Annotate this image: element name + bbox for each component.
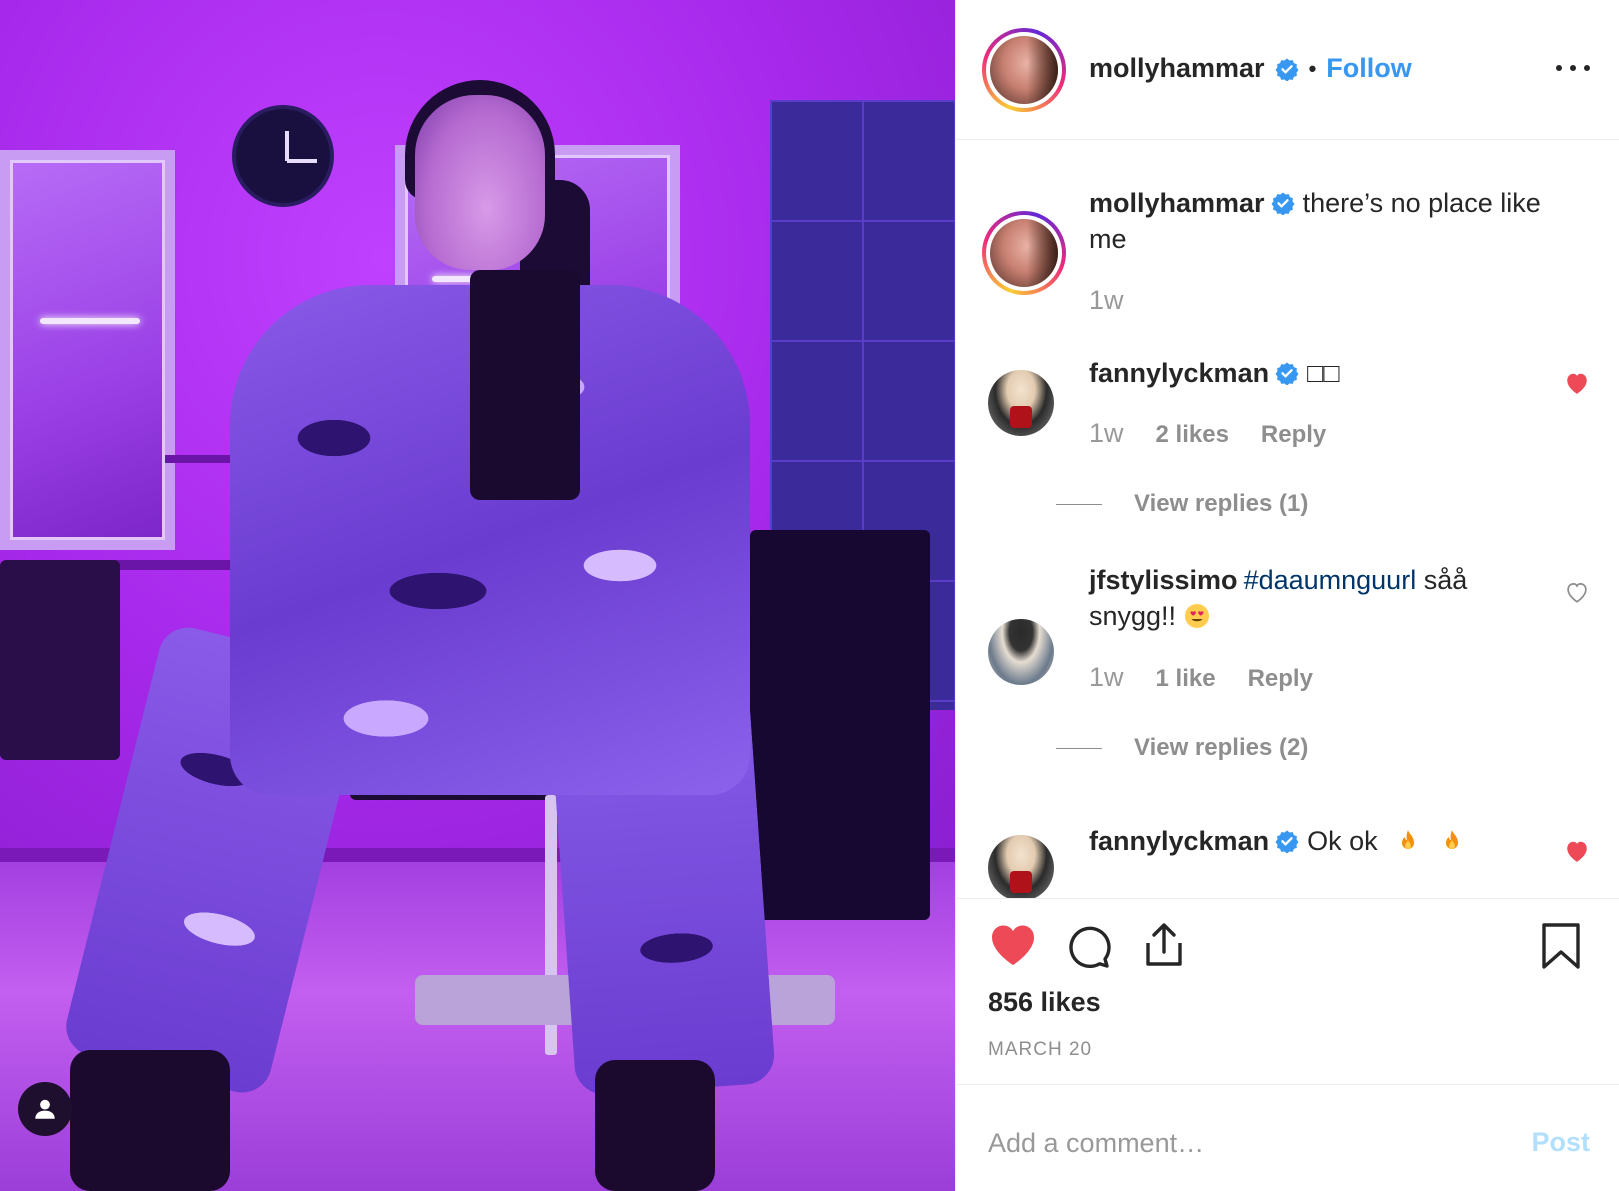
more-options-icon[interactable] (1556, 58, 1590, 78)
separator-dot: • (1308, 55, 1317, 81)
comment-meta: 1w 2 likes Reply (1089, 418, 1326, 449)
comment-likes[interactable]: 1 like (1156, 665, 1216, 693)
photo-mirror-left (0, 150, 175, 550)
caption-text: mollyhammar there’s no place like me (1089, 185, 1559, 257)
fire-emoji (1402, 830, 1415, 849)
comment-username[interactable]: fannylyckman (1089, 358, 1269, 388)
comment-text: fannylyckman □□ (1089, 355, 1559, 391)
caption-time[interactable]: 1w (1089, 285, 1124, 316)
photo-face (415, 95, 545, 270)
replies-line (1056, 747, 1102, 749)
view-replies-label: View replies (1) (1134, 490, 1309, 517)
comment-body: Ok ok (1307, 826, 1378, 856)
comment-body: □□ (1307, 358, 1340, 388)
commenter-avatar[interactable] (988, 619, 1054, 685)
reply-button[interactable]: Reply (1261, 421, 1326, 449)
photo-wall-clock (232, 105, 334, 207)
photo-salon-chair (750, 530, 930, 920)
follow-button[interactable]: Follow (1326, 53, 1411, 84)
user-icon (35, 1099, 55, 1119)
post-photo[interactable] (0, 0, 955, 1191)
heart-icon[interactable] (988, 921, 1038, 971)
comment-time[interactable]: 1w (1089, 418, 1124, 449)
share-icon[interactable] (1139, 921, 1189, 971)
caption-meta: 1w (1089, 285, 1124, 316)
comment-input[interactable] (988, 1123, 1488, 1163)
verified-badge-icon (1275, 362, 1299, 385)
replies-line (1056, 503, 1102, 505)
post-header: mollyhammar • Follow (956, 0, 1619, 140)
photo-collar (470, 270, 580, 500)
photo-salon-chair (0, 560, 120, 760)
comment-item: fannylyckman □□ 1w 2 likes Reply View re… (956, 355, 1619, 525)
view-replies-label: View replies (2) (1134, 734, 1309, 761)
comment-like-heart-icon[interactable] (1564, 839, 1590, 863)
photo-neon-light (40, 318, 140, 324)
view-replies-button[interactable]: View replies (2) (1056, 734, 1308, 762)
comment-username[interactable]: jfstylissimo (1089, 565, 1238, 595)
photo-boot (595, 1060, 715, 1191)
post-actions: 856 likes MARCH 20 (956, 898, 1619, 1060)
commenter-avatar[interactable] (988, 370, 1054, 436)
bookmark-icon[interactable] (1536, 921, 1586, 971)
caption-username[interactable]: mollyhammar (1089, 188, 1265, 218)
verified-badge-icon (1271, 192, 1295, 215)
comment-item: fannylyckman Ok ok (956, 823, 1619, 898)
comment-hashtag[interactable]: #daaumnguurl (1244, 565, 1417, 595)
comment-text: fannylyckman Ok ok (1089, 823, 1559, 859)
post-sidebar: mollyhammar • Follow mollyhammar there’s… (955, 0, 1619, 1191)
fire-emoji (1445, 830, 1458, 849)
comment-username[interactable]: fannylyckman (1089, 826, 1269, 856)
heart-eyes-emoji (1184, 604, 1209, 628)
photo-boot (70, 1050, 230, 1191)
tagged-user-button[interactable] (18, 1082, 72, 1136)
comment-item: jfstylissimo #daaumnguurl såå snygg!! 1w … (956, 562, 1619, 802)
reply-button[interactable]: Reply (1248, 665, 1313, 693)
author-username[interactable]: mollyhammar (1089, 53, 1265, 84)
author-avatar[interactable] (982, 28, 1066, 112)
like-count[interactable]: 856 likes (988, 987, 1101, 1018)
view-replies-button[interactable]: View replies (1) (1056, 490, 1308, 518)
comments-list[interactable]: mollyhammar there’s no place like me 1w … (956, 140, 1619, 898)
post-caption: mollyhammar there’s no place like me 1w (956, 185, 1619, 325)
commenter-avatar[interactable] (988, 835, 1054, 898)
post-comment-button[interactable]: Post (1531, 1127, 1590, 1158)
add-comment-bar: Post (956, 1084, 1619, 1191)
comment-like-heart-icon[interactable] (1564, 580, 1590, 604)
caption-avatar[interactable] (982, 211, 1066, 295)
comment-icon[interactable] (1063, 921, 1113, 971)
author-line: mollyhammar • Follow (1089, 53, 1412, 84)
comment-text: jfstylissimo #daaumnguurl såå snygg!! (1089, 562, 1559, 634)
comment-meta: 1w 1 like Reply (1089, 662, 1313, 693)
comment-likes[interactable]: 2 likes (1156, 421, 1229, 449)
comment-time[interactable]: 1w (1089, 662, 1124, 693)
comment-like-heart-icon[interactable] (1564, 371, 1590, 395)
post-date: MARCH 20 (988, 1039, 1093, 1060)
verified-badge-icon (1275, 830, 1299, 853)
verified-badge-icon (1275, 58, 1299, 81)
